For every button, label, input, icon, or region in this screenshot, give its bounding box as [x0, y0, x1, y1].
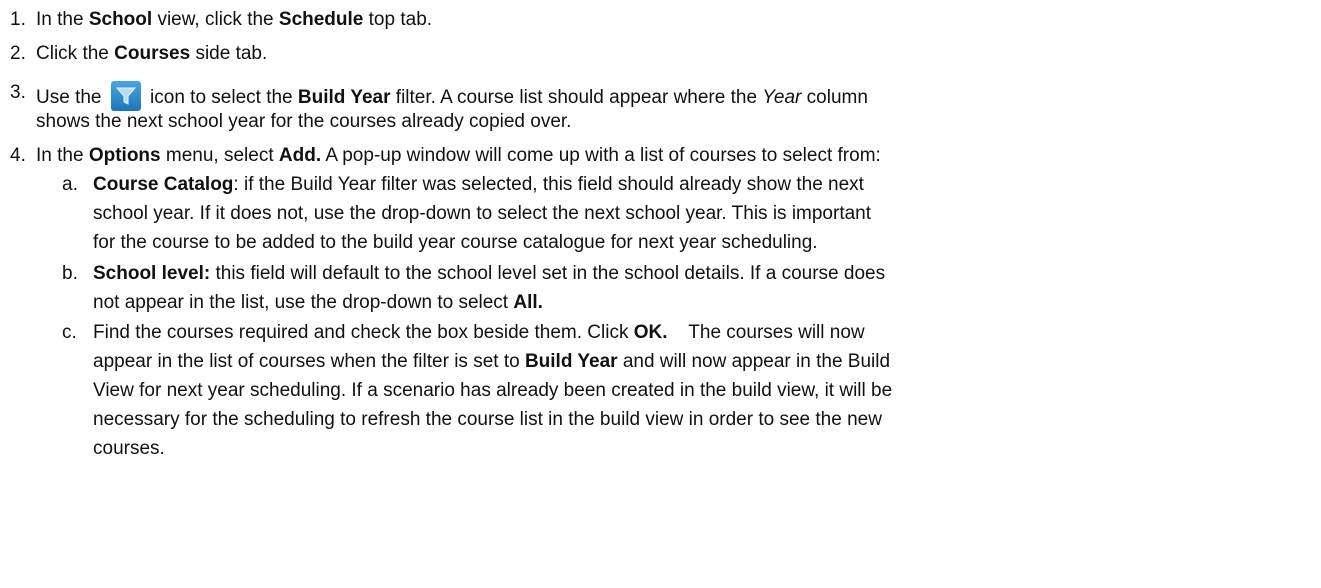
text-run: appear in the list of courses when the f… [93, 351, 525, 372]
text-run: top tab. [363, 9, 433, 30]
courses-label: Courses [114, 43, 191, 64]
filter-funnel-icon [110, 81, 141, 111]
substep-letter: b. [62, 263, 78, 284]
text-run: not appear in the list, use the drop-dow… [93, 292, 514, 313]
step-number: 2. [10, 43, 26, 64]
step-3-text: Use the icon to select the Build Year fi… [36, 81, 868, 111]
substep-a-line: Course Catalog: if the Build Year filter… [93, 173, 864, 197]
step-4-text: In the Options menu, select Add. A pop-u… [36, 144, 881, 168]
substep-c-line: View for next year scheduling. If a scen… [93, 380, 893, 401]
options-label: Options [88, 145, 161, 166]
text-run: : if the Build Year filter was selected,… [233, 174, 864, 195]
text-run: Find the courses required and check the … [93, 322, 634, 343]
substep-c-line: appear in the list of courses when the f… [93, 350, 890, 374]
substep-a-line: school year. If it does not, use the dro… [93, 203, 872, 224]
year-column-label: Year [762, 87, 802, 108]
step-3-text-continued: shows the next school year for the cours… [36, 111, 572, 132]
substep-c-line: Find the courses required and check the … [93, 321, 865, 345]
text-run: Use the [36, 87, 107, 108]
text-run: this field will default to the school le… [210, 263, 886, 284]
build-year-label: Build Year [524, 351, 618, 372]
text-run: menu, select [160, 145, 279, 166]
step-2-text: Click the Courses side tab. [36, 42, 267, 66]
all-label: All. [513, 292, 543, 313]
school-label: School [88, 9, 153, 30]
text-run: view, click the [152, 9, 279, 30]
add-label: Add. [278, 145, 322, 166]
substep-letter: a. [62, 174, 78, 195]
text-run: The courses will now [667, 322, 865, 343]
text-run: In the [36, 145, 89, 166]
text-run: column [801, 87, 868, 108]
step-number: 1. [10, 9, 26, 30]
ok-label: OK. [633, 322, 668, 343]
instruction-document: 1. In the School view, click the Schedul… [0, 0, 1321, 588]
substep-c-line: courses. [93, 438, 165, 459]
text-run: and will now appear in the Build [617, 351, 891, 372]
substep-letter: c. [62, 322, 77, 343]
school-level-label: School level: [93, 263, 211, 284]
text-run: A pop-up window will come up with a list… [321, 145, 881, 166]
schedule-label: Schedule [278, 9, 364, 30]
substep-c-line: necessary for the scheduling to refresh … [93, 409, 882, 430]
text-run: icon to select the [144, 87, 298, 108]
substep-a-line: for the course to be added to the build … [93, 232, 818, 253]
text-run: side tab. [190, 43, 268, 64]
text-run: Click the [36, 43, 115, 64]
step-number: 3. [10, 82, 26, 103]
course-catalog-label: Course Catalog [93, 174, 234, 195]
text-run: In the [36, 9, 89, 30]
substep-b-line: School level: this field will default to… [93, 262, 885, 286]
substep-b-line: not appear in the list, use the drop-dow… [93, 291, 543, 315]
text-run: filter. A course list should appear wher… [390, 87, 763, 108]
build-year-label: Build Year [297, 87, 391, 108]
step-number: 4. [10, 145, 26, 166]
step-1-text: In the School view, click the Schedule t… [36, 8, 432, 32]
